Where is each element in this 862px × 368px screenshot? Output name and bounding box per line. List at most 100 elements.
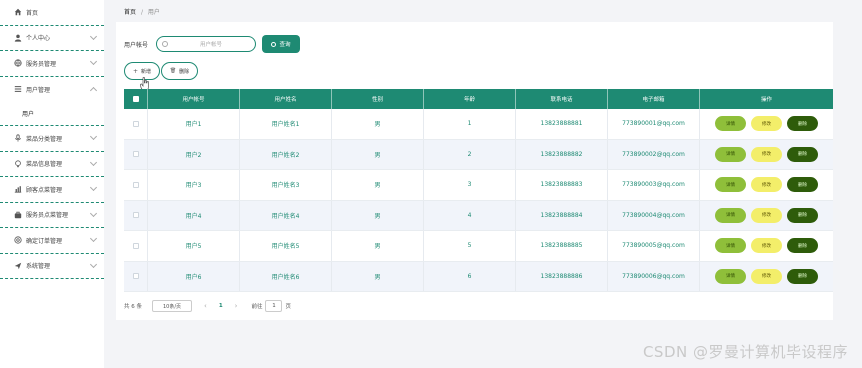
page-size-select[interactable]: 10条/页: [152, 300, 192, 312]
header-account: 用户帐号: [148, 89, 240, 109]
cell-gender: 男: [332, 231, 424, 261]
sidebar-item-waiter-management[interactable]: 服务员管理: [0, 51, 104, 77]
row-checkbox-cell[interactable]: [124, 109, 148, 139]
search-field[interactable]: [156, 36, 256, 52]
cell-phone: 13823888884: [516, 200, 608, 230]
sidebar-item-label: 顾客点菜管理: [26, 186, 63, 194]
sidebar-subitem-user[interactable]: 用户: [0, 102, 104, 126]
detail-button[interactable]: 详情: [715, 207, 746, 223]
pagination: 共 6 条 10条/页 ‹ 1 › 前往 1 页: [124, 300, 291, 312]
goto-label: 前往: [251, 304, 263, 310]
chevron-down-icon: [89, 132, 98, 141]
query-button[interactable]: 查询: [262, 35, 300, 53]
header-gender: 性别: [332, 89, 424, 109]
edit-button[interactable]: 修改: [751, 207, 782, 223]
delete-button[interactable]: 删除: [787, 207, 818, 223]
chevron-down-icon: [89, 158, 98, 166]
cell-actions: 详情 修改 删除: [700, 170, 833, 200]
cell-name: 用户姓名5: [240, 231, 332, 261]
edit-button[interactable]: 修改: [751, 268, 782, 284]
table-row: 用户6 用户姓名6 男 6 13823888886 773890006@qq.c…: [124, 261, 833, 292]
breadcrumb-home[interactable]: 首页: [124, 9, 136, 16]
sidebar-item-label: 服务员点菜管理: [26, 212, 69, 220]
cell-name: 用户姓名3: [240, 170, 332, 200]
chevron-up-icon: [89, 86, 98, 94]
detail-button[interactable]: 详情: [715, 238, 746, 254]
list-icon: [13, 85, 22, 94]
header-actions: 操作: [760, 97, 772, 103]
batch-delete-button[interactable]: 🗑 删除: [161, 62, 198, 80]
delete-button[interactable]: 删除: [787, 238, 818, 254]
edit-button[interactable]: 修改: [751, 146, 782, 162]
sidebar-item-label: 菜品信息管理: [26, 161, 63, 169]
sidebar: 首页 个人中心 服务员管理 用户管理 用户 菜品分类管理 菜品信息管理 顾客点菜…: [0, 0, 104, 368]
table-row: 用户5 用户姓名5 男 5 13823888885 773890005@qq.c…: [124, 231, 833, 262]
detail-button[interactable]: 详情: [715, 268, 746, 284]
edit-button[interactable]: 修改: [751, 177, 782, 193]
row-checkbox[interactable]: [132, 151, 139, 158]
sidebar-item-dish-info[interactable]: 菜品信息管理: [0, 152, 104, 177]
users-table: 用户帐号 用户姓名 性别 年龄 联系电话 电子邮箱 操作 用户1 用户姓名1 男…: [124, 89, 833, 292]
header-age: 年龄: [424, 89, 516, 109]
cell-name: 用户姓名1: [240, 109, 332, 139]
row-checkbox[interactable]: [132, 120, 139, 127]
cell-account: 用户6: [148, 261, 240, 291]
main-content: 首页 / 用户 用户帐号 查询 + 新增 🗑 删除 用户帐号 用户: [104, 0, 862, 368]
row-checkbox[interactable]: [132, 242, 139, 249]
row-checkbox-cell[interactable]: [124, 231, 148, 261]
cell-phone: 13823888885: [516, 231, 608, 261]
detail-button[interactable]: 详情: [715, 177, 746, 193]
row-checkbox-cell[interactable]: [124, 139, 148, 169]
select-all-checkbox[interactable]: [132, 96, 139, 102]
search-icon: [162, 41, 168, 47]
edit-button[interactable]: 修改: [751, 116, 782, 132]
sidebar-item-home[interactable]: 首页: [0, 0, 104, 26]
trash-icon: 🗑: [169, 68, 177, 74]
cell-age: 6: [424, 261, 516, 291]
row-checkbox[interactable]: [132, 181, 139, 188]
detail-button[interactable]: 详情: [715, 146, 746, 162]
sidebar-item-customer-order[interactable]: 顾客点菜管理: [0, 177, 104, 203]
prev-page-button[interactable]: ‹: [204, 302, 207, 310]
cell-email: 773890005@qq.com: [608, 231, 700, 261]
table-header: 用户帐号 用户姓名 性别 年龄 联系电话 电子邮箱 操作: [124, 89, 833, 109]
sidebar-item-label: 首页: [26, 9, 39, 17]
bulb-icon: [13, 159, 22, 168]
sidebar-item-label: 服务员管理: [26, 60, 57, 68]
cell-phone: 13823888881: [516, 109, 608, 139]
page-unit-label: 页: [285, 304, 291, 310]
delete-button[interactable]: 删除: [787, 146, 818, 162]
detail-button[interactable]: 详情: [715, 116, 746, 132]
search-input[interactable]: [169, 39, 253, 50]
row-checkbox-cell[interactable]: [124, 261, 148, 291]
sidebar-item-waiter-order[interactable]: 服务员点菜管理: [0, 203, 104, 228]
sidebar-item-confirm-order[interactable]: 确定订单管理: [0, 228, 104, 254]
search-icon: [271, 41, 277, 47]
cell-email: 773890004@qq.com: [608, 200, 700, 230]
table-row: 用户4 用户姓名4 男 4 13823888884 773890004@qq.c…: [124, 200, 833, 231]
row-checkbox-cell[interactable]: [124, 200, 148, 230]
row-checkbox[interactable]: [132, 273, 139, 280]
edit-button[interactable]: 修改: [751, 238, 782, 254]
cell-account: 用户5: [148, 231, 240, 261]
breadcrumb: 首页 / 用户: [124, 7, 160, 16]
sidebar-item-system[interactable]: 系统管理: [0, 254, 104, 279]
batch-delete-label: 删除: [179, 68, 190, 75]
table-row: 用户1 用户姓名1 男 1 13823888881 773890001@qq.c…: [124, 109, 833, 140]
delete-button[interactable]: 删除: [787, 116, 818, 132]
sidebar-item-user-management[interactable]: 用户管理: [0, 77, 104, 103]
delete-button[interactable]: 删除: [787, 268, 818, 284]
current-page-number[interactable]: 1: [219, 303, 223, 309]
select-all-cell[interactable]: [124, 89, 148, 109]
goto-page-input[interactable]: 1: [265, 300, 283, 312]
cell-phone: 13823888886: [516, 261, 608, 291]
sidebar-item-dish-category[interactable]: 菜品分类管理: [0, 126, 104, 152]
sidebar-item-personal-center[interactable]: 个人中心: [0, 26, 104, 51]
cell-phone: 13823888882: [516, 139, 608, 169]
chevron-down-icon: [89, 183, 98, 192]
row-checkbox[interactable]: [132, 212, 139, 219]
delete-button[interactable]: 删除: [787, 177, 818, 193]
briefcase-icon: [13, 210, 22, 219]
next-page-button[interactable]: ›: [235, 302, 238, 310]
row-checkbox-cell[interactable]: [124, 170, 148, 200]
